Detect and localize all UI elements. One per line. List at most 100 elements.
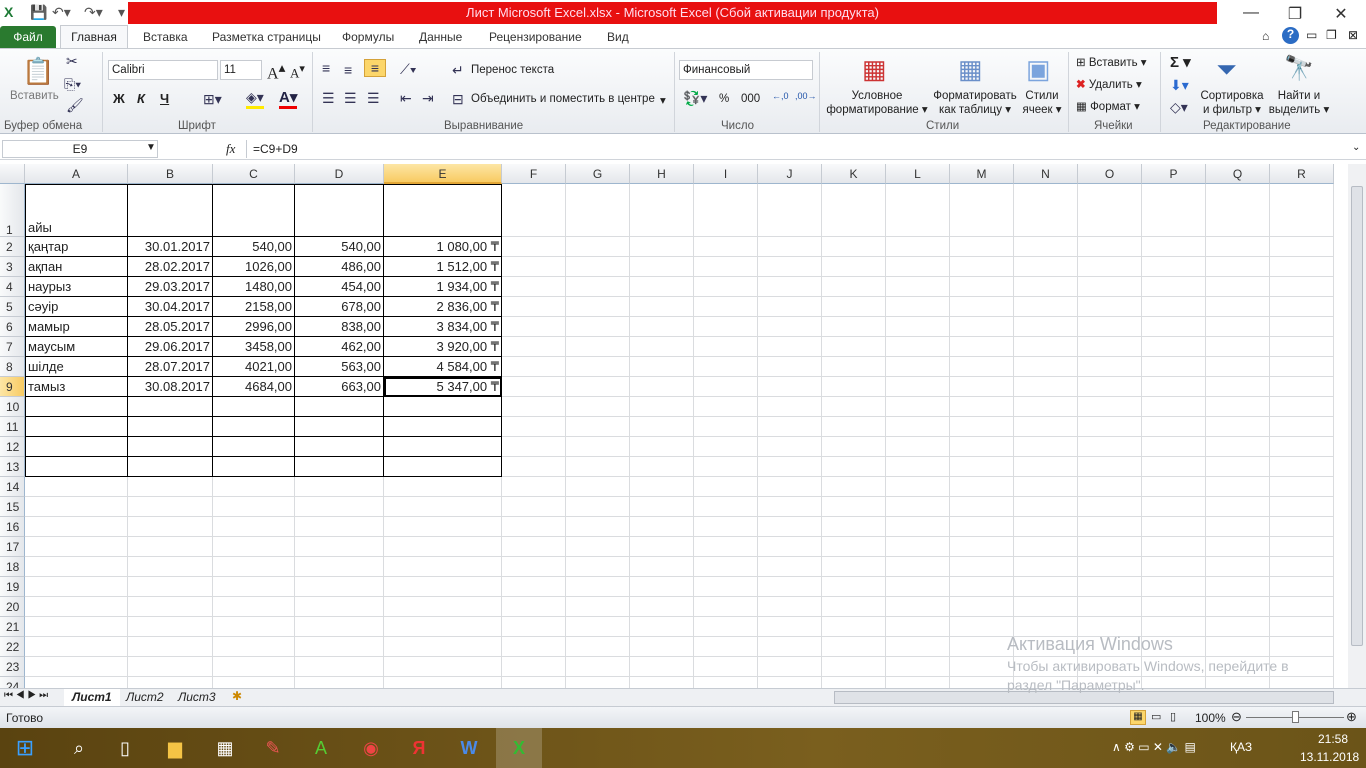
customize-qat-icon[interactable]: ▾ <box>118 4 125 21</box>
cell-A6[interactable]: мамыр <box>25 317 128 337</box>
column-header-Q[interactable]: Q <box>1206 164 1270 184</box>
row-header[interactable]: 7 <box>0 337 25 357</box>
fill-icon[interactable]: ⬇▾ <box>1170 77 1189 94</box>
sort-filter-button[interactable]: Сортировка и фильтр ▾ <box>1198 90 1266 116</box>
cell-C17[interactable] <box>213 537 295 557</box>
cell-R20[interactable] <box>1270 597 1334 617</box>
cell-E10[interactable] <box>384 397 502 417</box>
row-header[interactable]: 22 <box>0 637 25 657</box>
cell-D12[interactable] <box>295 437 384 457</box>
cell-N12[interactable] <box>1014 437 1078 457</box>
cell-G8[interactable] <box>566 357 630 377</box>
selected-cell-E9[interactable]: 5 347,00 ₸ <box>384 377 502 397</box>
cell-I11[interactable] <box>694 417 758 437</box>
sheet-nav-icon[interactable]: ⏮ ◀ ▶ ⏭ <box>4 690 48 701</box>
cell-N10[interactable] <box>1014 397 1078 417</box>
cell-F21[interactable] <box>502 617 566 637</box>
select-all-corner[interactable] <box>0 164 25 184</box>
cell-L16[interactable] <box>886 517 950 537</box>
cell-G21[interactable] <box>566 617 630 637</box>
cell-C21[interactable] <box>213 617 295 637</box>
cell-L11[interactable] <box>886 417 950 437</box>
cell-Q16[interactable] <box>1206 517 1270 537</box>
cell-A11[interactable] <box>25 417 128 437</box>
cell-A2[interactable]: қаңтар <box>25 237 128 257</box>
cell-C10[interactable] <box>213 397 295 417</box>
cell-G20[interactable] <box>566 597 630 617</box>
excel-taskbar-icon[interactable]: X <box>496 728 542 768</box>
cell-C16[interactable] <box>213 517 295 537</box>
cell-A1[interactable]: айы <box>25 184 128 237</box>
cell-P4[interactable] <box>1142 277 1206 297</box>
cell-E4[interactable]: 1 934,00 ₸ <box>384 277 502 297</box>
cell-H2[interactable] <box>630 237 694 257</box>
cell-C3[interactable]: 1026,00 <box>213 257 295 277</box>
cell-K21[interactable] <box>822 617 886 637</box>
cell-H5[interactable] <box>630 297 694 317</box>
cell-P9[interactable] <box>1142 377 1206 397</box>
cell-H17[interactable] <box>630 537 694 557</box>
row-header[interactable]: 14 <box>0 477 25 497</box>
cell-A3[interactable]: ақпан <box>25 257 128 277</box>
cell-J2[interactable] <box>758 237 822 257</box>
cell-G13[interactable] <box>566 457 630 477</box>
cell-C5[interactable]: 2158,00 <box>213 297 295 317</box>
cell-R8[interactable] <box>1270 357 1334 377</box>
cell-N16[interactable] <box>1014 517 1078 537</box>
cell-H1[interactable] <box>630 184 694 237</box>
cell-F18[interactable] <box>502 557 566 577</box>
cell-F23[interactable] <box>502 657 566 677</box>
cell-N13[interactable] <box>1014 457 1078 477</box>
column-header-G[interactable]: G <box>566 164 630 184</box>
cell-H20[interactable] <box>630 597 694 617</box>
cell-I16[interactable] <box>694 517 758 537</box>
column-header-N[interactable]: N <box>1014 164 1078 184</box>
cell-N5[interactable] <box>1014 297 1078 317</box>
cell-C20[interactable] <box>213 597 295 617</box>
cell-I6[interactable] <box>694 317 758 337</box>
cell-Q6[interactable] <box>1206 317 1270 337</box>
format-cells-button[interactable]: ▦ Формат ▾ <box>1076 99 1140 113</box>
cell-E2[interactable]: 1 080,00 ₸ <box>384 237 502 257</box>
cell-K19[interactable] <box>822 577 886 597</box>
cell-M20[interactable] <box>950 597 1014 617</box>
cell-Q4[interactable] <box>1206 277 1270 297</box>
cell-M12[interactable] <box>950 437 1014 457</box>
search-icon[interactable]: ⌕ <box>56 728 102 768</box>
column-header-C[interactable]: C <box>213 164 295 184</box>
clock-date[interactable]: 13.11.2018 <box>1300 750 1359 764</box>
cell-I2[interactable] <box>694 237 758 257</box>
cell-I5[interactable] <box>694 297 758 317</box>
cell-G3[interactable] <box>566 257 630 277</box>
cell-O17[interactable] <box>1078 537 1142 557</box>
cell-E5[interactable]: 2 836,00 ₸ <box>384 297 502 317</box>
cell-A20[interactable] <box>25 597 128 617</box>
cell-Q15[interactable] <box>1206 497 1270 517</box>
bold-button[interactable]: Ж <box>113 91 125 106</box>
cell-H12[interactable] <box>630 437 694 457</box>
cell-G12[interactable] <box>566 437 630 457</box>
cell-F8[interactable] <box>502 357 566 377</box>
cell-F19[interactable] <box>502 577 566 597</box>
cell-I4[interactable] <box>694 277 758 297</box>
cell-M11[interactable] <box>950 417 1014 437</box>
zoom-out-icon[interactable]: ⊖ <box>1231 709 1242 725</box>
cell-J3[interactable] <box>758 257 822 277</box>
cell-E7[interactable]: 3 920,00 ₸ <box>384 337 502 357</box>
cell-G19[interactable] <box>566 577 630 597</box>
cell-K22[interactable] <box>822 637 886 657</box>
cell-B9[interactable]: 30.08.2017 <box>128 377 213 397</box>
cell-C23[interactable] <box>213 657 295 677</box>
cell-H4[interactable] <box>630 277 694 297</box>
cell-M19[interactable] <box>950 577 1014 597</box>
cell-J1[interactable] <box>758 184 822 237</box>
tab-view[interactable]: Вид <box>599 26 637 48</box>
cell-C24[interactable] <box>213 677 295 688</box>
cell-N7[interactable] <box>1014 337 1078 357</box>
cell-F4[interactable] <box>502 277 566 297</box>
cell-R9[interactable] <box>1270 377 1334 397</box>
tab-formulas[interactable]: Формулы <box>334 26 402 48</box>
cell-D2[interactable]: 540,00 <box>295 237 384 257</box>
font-size-select[interactable]: 11 <box>220 60 262 80</box>
undo-icon[interactable]: ↶▾ <box>52 4 71 21</box>
